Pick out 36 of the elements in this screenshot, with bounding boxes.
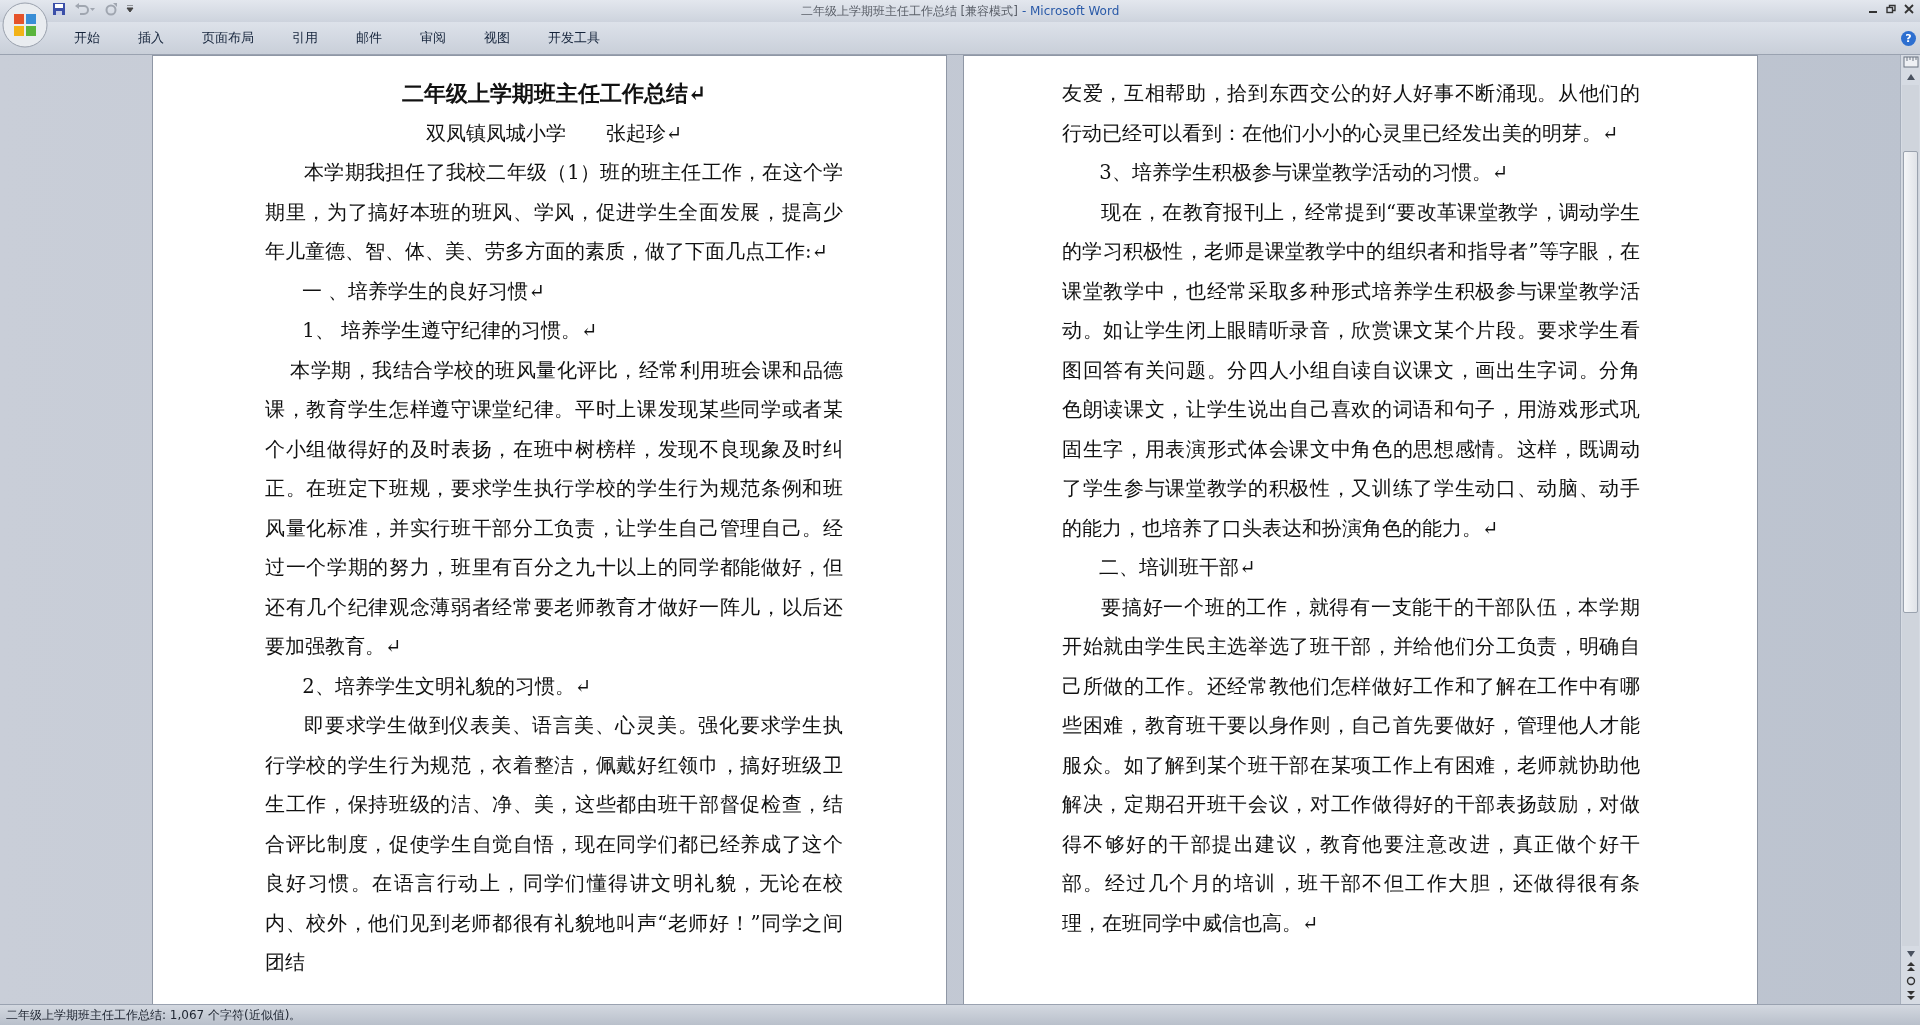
scroll-down-arrow-icon[interactable] <box>1905 950 1916 958</box>
section-heading: 1、 培养学生遵守纪律的习惯。↵ <box>301 318 599 344</box>
previous-page-icon[interactable] <box>1905 962 1916 972</box>
browse-object-icon[interactable] <box>1905 976 1916 986</box>
body-paragraph: 现在，在教育报刊上，经常提到“要改革课堂教学，调动学生的学习积极性，老师是课堂教学中的组织者和指导者”等字眼，在课堂教学中，也经常采取多种形式培养学生积极参与课堂教学活动。如让学生闭上眼睛听录音，欣赏课文某个片段。要求学生看图回答有关问题。分四人小组自读自议课文，画出生字词。分角色朗读课文，让学生说出自己喜欢的词语和句子，用游戏形式巩固生字，用表演形式体会课文中角色的思想感情。这样，既调动了学生参与课堂教学的积极性，又训练了学生动口、动脑、动手的能力，也培养了口头表达和扮演角色的能力。↵ <box>1062 199 1640 542</box>
close-icon[interactable] <box>1904 4 1914 14</box>
body-paragraph: 本学期，我结合学校的班风量化评比，经常利用班会课和品德课，教育学生怎样遵守课堂纪律。平时上课发现某些同学或者某个小组做得好的及时表扬，在班中树榜样，发现不良现象及时纠正。在班定下班规，要求学生执行学校的学生行为规范条例和班风量化标准，并实行班干部分工负责，让学生自己管理自己。经过一个学期的努力，班里有百分之九十以上的同学都能做好，但还有几个纪律观念薄弱者经常要老师教育才做好一阵儿，以后还要加强教育。↵ <box>265 357 843 660</box>
scroll-up-arrow-icon[interactable] <box>1905 73 1916 81</box>
section-heading: 一 、培养学生的良好习惯↵ <box>301 278 546 305</box>
body-paragraph: 要搞好一个班的工作，就得有一支能干的干部队伍，本学期开始就由学生民主选举选了班干部，并给他们分工负责，明确自己所做的工作。还经常教他们怎样做好工作和了解在工作中有哪些困难，教育班干要以身作则，自己首先要做好，管理他人才能服众。如了解到某个班干部在某项工作上有困难，老师就协助他解决，定期召开班干会议，对工作做得好的干部表扬鼓励，对做得不够好的干部提出建议，教育他要注意改进，真正做个好干部。经过几个月的培训，班干部不但工作大胆，还做得很有条理，在班同学中威信也高。↵ <box>1062 594 1640 937</box>
body-paragraph: 即要求学生做到仪表美、语言美、心灵美。强化要求学生执行学校的学生行为规范，衣着整洁，佩戴好红领巾，搞好班级卫生工作，保持班级的洁、净、美，这些都由班干部督促检查，结合评比制度，促使学生自觉自悟，现在同学们都已经养成了这个良好习惯。在语言行动上，同学们懂得讲文明礼貌，无论在校内、校外，他们见到老师都很有礼貌地叫声“老师好！”同学之间团结 <box>265 713 843 976</box>
section-heading: 3、培养学生积极参与课堂教学活动的习惯。↵ <box>1098 160 1510 186</box>
ribbon-tab[interactable]: 插入 <box>126 25 176 51</box>
caret-icon[interactable] <box>126 5 134 13</box>
ribbon-tab[interactable]: 审阅 <box>408 25 458 51</box>
ribbon-tab[interactable]: 页面布局 <box>190 25 266 51</box>
ribbon-tab[interactable]: 邮件 <box>344 25 394 51</box>
app-name: - Microsoft Word <box>1021 3 1120 20</box>
ribbon-tab[interactable]: 视图 <box>472 25 522 51</box>
document-subtitle: 双凤镇凤城小学 张起珍↵ <box>424 120 684 147</box>
restore-icon[interactable] <box>1886 4 1896 14</box>
scrollbar-thumb[interactable] <box>1903 151 1918 613</box>
status-text: 二年级上学期班主任工作总结: 1,067 个字符(近似值)。 <box>6 1007 302 1024</box>
ruler-icon[interactable] <box>1902 55 1919 69</box>
window-title: 二年级上学期班主任工作总结 [兼容模式] <box>800 3 1018 20</box>
body-paragraph: 本学期我担任了我校二年级（1）班的班主任工作，在这个学期里，为了搞好本班的班风、学风，促进学生全面发展，提高少年儿童德、智、体、美、劳多方面的素质，做了下面几点工作:↵ <box>265 160 843 265</box>
section-heading: 二、培训班干部↵ <box>1098 555 1257 581</box>
ribbon-tab[interactable]: 开始 <box>62 25 112 51</box>
help-button[interactable]: ? <box>1901 30 1916 46</box>
section-heading: 2、培养学生文明礼貌的习惯。↵ <box>301 673 593 700</box>
body-paragraph: 友爱，互相帮助，拾到东西交公的好人好事不断涌现。从他们的行动已经可以看到：在他们小小的心灵里已经发出美的明芽。↵ <box>1062 81 1640 147</box>
ribbon-tab[interactable]: 引用 <box>280 25 330 51</box>
next-page-icon[interactable] <box>1905 990 1916 1000</box>
document-title: 二年级上学期班主任工作总结↵ <box>400 79 708 108</box>
ribbon-tab[interactable]: 开发工具 <box>536 25 612 51</box>
save-icon[interactable] <box>52 2 66 16</box>
